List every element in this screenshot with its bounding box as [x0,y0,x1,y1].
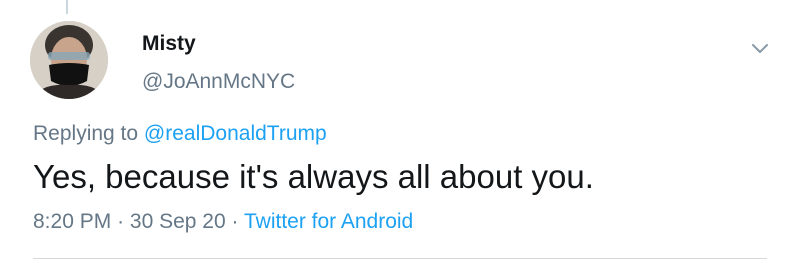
thread-connector-line [66,0,68,14]
display-name[interactable]: Misty [142,32,196,56]
avatar-image [30,21,108,99]
tweet-time[interactable]: 8:20 PM [33,210,111,233]
tweet-date[interactable]: 30 Sep 20 [130,210,226,233]
tweet-source-link[interactable]: Twitter for Android [244,210,413,233]
chevron-down-icon[interactable] [748,38,772,58]
tweet-metadata: 8:20 PM · 30 Sep 20 · Twitter for Androi… [33,210,413,234]
reply-mention-link[interactable]: @realDonaldTrump [144,122,327,145]
user-handle[interactable]: @JoAnnMcNYC [142,70,295,94]
meta-separator: · [117,210,125,233]
tweet-text: Yes, because it's always all about you. [33,158,594,195]
avatar[interactable] [30,21,108,99]
replying-to-line: Replying to @realDonaldTrump [33,122,327,146]
replying-to-label: Replying to [33,122,139,145]
divider [33,258,767,259]
meta-separator: · [231,210,239,233]
